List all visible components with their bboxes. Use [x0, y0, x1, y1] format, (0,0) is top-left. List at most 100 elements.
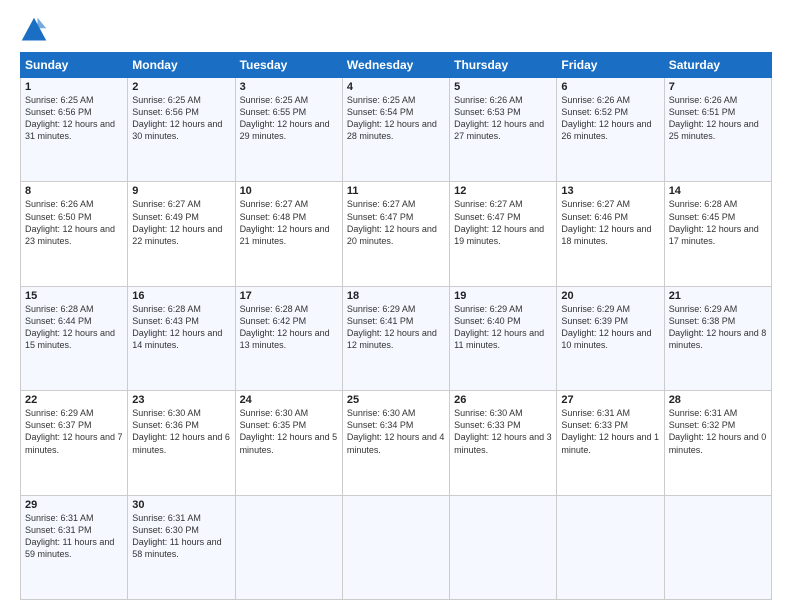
- calendar-cell: 27 Sunrise: 6:31 AMSunset: 6:33 PMDaylig…: [557, 391, 664, 495]
- header: [20, 16, 772, 44]
- day-number: 10: [240, 185, 338, 197]
- day-number: 11: [347, 185, 445, 197]
- day-header-sunday: Sunday: [21, 53, 128, 78]
- day-number: 27: [561, 394, 659, 406]
- day-detail: Sunrise: 6:30 AMSunset: 6:36 PMDaylight:…: [132, 408, 230, 454]
- day-number: 15: [25, 290, 123, 302]
- calendar-cell: 8 Sunrise: 6:26 AMSunset: 6:50 PMDayligh…: [21, 182, 128, 286]
- calendar-cell: 26 Sunrise: 6:30 AMSunset: 6:33 PMDaylig…: [450, 391, 557, 495]
- calendar-cell: 21 Sunrise: 6:29 AMSunset: 6:38 PMDaylig…: [664, 286, 771, 390]
- week-row-1: 1 Sunrise: 6:25 AMSunset: 6:56 PMDayligh…: [21, 78, 772, 182]
- day-detail: Sunrise: 6:27 AMSunset: 6:47 PMDaylight:…: [454, 199, 544, 245]
- calendar-cell: 23 Sunrise: 6:30 AMSunset: 6:36 PMDaylig…: [128, 391, 235, 495]
- day-detail: Sunrise: 6:26 AMSunset: 6:50 PMDaylight:…: [25, 199, 115, 245]
- week-row-4: 22 Sunrise: 6:29 AMSunset: 6:37 PMDaylig…: [21, 391, 772, 495]
- day-number: 3: [240, 81, 338, 93]
- calendar-cell: 19 Sunrise: 6:29 AMSunset: 6:40 PMDaylig…: [450, 286, 557, 390]
- day-detail: Sunrise: 6:27 AMSunset: 6:49 PMDaylight:…: [132, 199, 222, 245]
- day-detail: Sunrise: 6:28 AMSunset: 6:42 PMDaylight:…: [240, 304, 330, 350]
- day-number: 18: [347, 290, 445, 302]
- day-detail: Sunrise: 6:27 AMSunset: 6:46 PMDaylight:…: [561, 199, 651, 245]
- calendar-cell: [557, 495, 664, 599]
- day-number: 6: [561, 81, 659, 93]
- calendar-cell: 13 Sunrise: 6:27 AMSunset: 6:46 PMDaylig…: [557, 182, 664, 286]
- calendar-cell: 2 Sunrise: 6:25 AMSunset: 6:56 PMDayligh…: [128, 78, 235, 182]
- day-detail: Sunrise: 6:31 AMSunset: 6:33 PMDaylight:…: [561, 408, 659, 454]
- day-number: 1: [25, 81, 123, 93]
- day-detail: Sunrise: 6:26 AMSunset: 6:53 PMDaylight:…: [454, 95, 544, 141]
- day-header-friday: Friday: [557, 53, 664, 78]
- day-number: 9: [132, 185, 230, 197]
- day-number: 12: [454, 185, 552, 197]
- day-detail: Sunrise: 6:29 AMSunset: 6:37 PMDaylight:…: [25, 408, 123, 454]
- calendar-cell: 4 Sunrise: 6:25 AMSunset: 6:54 PMDayligh…: [342, 78, 449, 182]
- week-row-3: 15 Sunrise: 6:28 AMSunset: 6:44 PMDaylig…: [21, 286, 772, 390]
- page: SundayMondayTuesdayWednesdayThursdayFrid…: [0, 0, 792, 612]
- calendar-header-row: SundayMondayTuesdayWednesdayThursdayFrid…: [21, 53, 772, 78]
- day-number: 7: [669, 81, 767, 93]
- calendar-cell: 7 Sunrise: 6:26 AMSunset: 6:51 PMDayligh…: [664, 78, 771, 182]
- day-number: 16: [132, 290, 230, 302]
- day-detail: Sunrise: 6:30 AMSunset: 6:33 PMDaylight:…: [454, 408, 552, 454]
- day-number: 2: [132, 81, 230, 93]
- day-detail: Sunrise: 6:27 AMSunset: 6:47 PMDaylight:…: [347, 199, 437, 245]
- calendar-cell: 11 Sunrise: 6:27 AMSunset: 6:47 PMDaylig…: [342, 182, 449, 286]
- day-number: 19: [454, 290, 552, 302]
- day-number: 22: [25, 394, 123, 406]
- calendar-cell: 25 Sunrise: 6:30 AMSunset: 6:34 PMDaylig…: [342, 391, 449, 495]
- day-header-thursday: Thursday: [450, 53, 557, 78]
- day-detail: Sunrise: 6:27 AMSunset: 6:48 PMDaylight:…: [240, 199, 330, 245]
- day-number: 20: [561, 290, 659, 302]
- logo-icon: [20, 16, 48, 44]
- day-detail: Sunrise: 6:29 AMSunset: 6:40 PMDaylight:…: [454, 304, 544, 350]
- calendar-cell: 1 Sunrise: 6:25 AMSunset: 6:56 PMDayligh…: [21, 78, 128, 182]
- day-number: 30: [132, 499, 230, 511]
- day-detail: Sunrise: 6:31 AMSunset: 6:30 PMDaylight:…: [132, 513, 221, 559]
- day-number: 14: [669, 185, 767, 197]
- calendar-cell: 9 Sunrise: 6:27 AMSunset: 6:49 PMDayligh…: [128, 182, 235, 286]
- calendar-cell: 29 Sunrise: 6:31 AMSunset: 6:31 PMDaylig…: [21, 495, 128, 599]
- day-header-saturday: Saturday: [664, 53, 771, 78]
- day-number: 28: [669, 394, 767, 406]
- day-detail: Sunrise: 6:25 AMSunset: 6:55 PMDaylight:…: [240, 95, 330, 141]
- calendar-cell: [342, 495, 449, 599]
- day-detail: Sunrise: 6:28 AMSunset: 6:45 PMDaylight:…: [669, 199, 759, 245]
- calendar-cell: 28 Sunrise: 6:31 AMSunset: 6:32 PMDaylig…: [664, 391, 771, 495]
- day-detail: Sunrise: 6:28 AMSunset: 6:44 PMDaylight:…: [25, 304, 115, 350]
- calendar-cell: 20 Sunrise: 6:29 AMSunset: 6:39 PMDaylig…: [557, 286, 664, 390]
- calendar-cell: 12 Sunrise: 6:27 AMSunset: 6:47 PMDaylig…: [450, 182, 557, 286]
- calendar-cell: 15 Sunrise: 6:28 AMSunset: 6:44 PMDaylig…: [21, 286, 128, 390]
- day-detail: Sunrise: 6:31 AMSunset: 6:32 PMDaylight:…: [669, 408, 767, 454]
- calendar-cell: 18 Sunrise: 6:29 AMSunset: 6:41 PMDaylig…: [342, 286, 449, 390]
- day-detail: Sunrise: 6:26 AMSunset: 6:51 PMDaylight:…: [669, 95, 759, 141]
- day-number: 29: [25, 499, 123, 511]
- day-number: 23: [132, 394, 230, 406]
- day-number: 8: [25, 185, 123, 197]
- calendar-cell: [450, 495, 557, 599]
- day-number: 25: [347, 394, 445, 406]
- calendar-cell: 6 Sunrise: 6:26 AMSunset: 6:52 PMDayligh…: [557, 78, 664, 182]
- day-number: 17: [240, 290, 338, 302]
- day-detail: Sunrise: 6:29 AMSunset: 6:41 PMDaylight:…: [347, 304, 437, 350]
- calendar-cell: 17 Sunrise: 6:28 AMSunset: 6:42 PMDaylig…: [235, 286, 342, 390]
- calendar-cell: 5 Sunrise: 6:26 AMSunset: 6:53 PMDayligh…: [450, 78, 557, 182]
- calendar-cell: [235, 495, 342, 599]
- day-number: 21: [669, 290, 767, 302]
- day-detail: Sunrise: 6:25 AMSunset: 6:54 PMDaylight:…: [347, 95, 437, 141]
- calendar-cell: 16 Sunrise: 6:28 AMSunset: 6:43 PMDaylig…: [128, 286, 235, 390]
- day-number: 4: [347, 81, 445, 93]
- week-row-2: 8 Sunrise: 6:26 AMSunset: 6:50 PMDayligh…: [21, 182, 772, 286]
- day-detail: Sunrise: 6:30 AMSunset: 6:35 PMDaylight:…: [240, 408, 338, 454]
- day-detail: Sunrise: 6:26 AMSunset: 6:52 PMDaylight:…: [561, 95, 651, 141]
- calendar-cell: [664, 495, 771, 599]
- day-header-wednesday: Wednesday: [342, 53, 449, 78]
- day-detail: Sunrise: 6:30 AMSunset: 6:34 PMDaylight:…: [347, 408, 445, 454]
- calendar-table: SundayMondayTuesdayWednesdayThursdayFrid…: [20, 52, 772, 600]
- calendar-cell: 30 Sunrise: 6:31 AMSunset: 6:30 PMDaylig…: [128, 495, 235, 599]
- day-header-tuesday: Tuesday: [235, 53, 342, 78]
- day-detail: Sunrise: 6:31 AMSunset: 6:31 PMDaylight:…: [25, 513, 114, 559]
- day-detail: Sunrise: 6:29 AMSunset: 6:39 PMDaylight:…: [561, 304, 651, 350]
- day-number: 5: [454, 81, 552, 93]
- day-detail: Sunrise: 6:29 AMSunset: 6:38 PMDaylight:…: [669, 304, 767, 350]
- day-number: 13: [561, 185, 659, 197]
